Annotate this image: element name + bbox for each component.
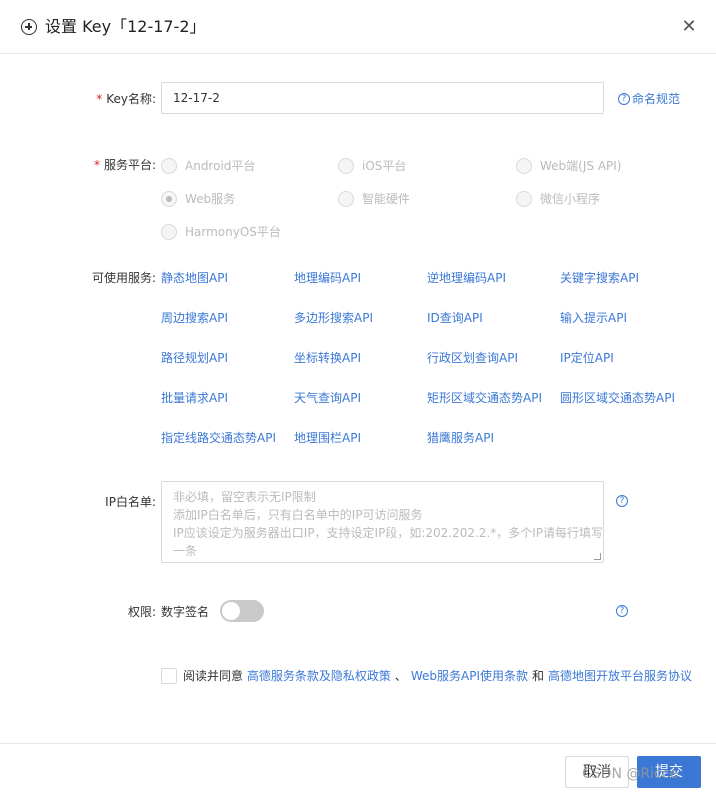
terms-privacy-link[interactable]: 高德服务条款及隐私权政策 (247, 668, 391, 684)
radio-label: iOS平台 (362, 159, 407, 173)
radio-label: 智能硬件 (362, 192, 411, 206)
service-reverse-geocoding[interactable]: 逆地理编码API (427, 270, 506, 286)
agreement-and: 和 (532, 669, 545, 683)
radio-label: Web端(JS API) (540, 159, 622, 173)
agreement-separator: 、 (394, 669, 407, 683)
service-static-map[interactable]: 静态地图API (161, 270, 228, 286)
required-mark: * (93, 158, 100, 172)
service-polygon-search[interactable]: 多边形搜索API (294, 310, 373, 326)
service-ip-location[interactable]: IP定位API (560, 350, 614, 366)
agreement-prefix: 阅读并同意 (183, 669, 244, 683)
service-id-query[interactable]: ID查询API (427, 310, 483, 326)
service-rect-traffic[interactable]: 矩形区域交通态势API (427, 390, 542, 406)
placeholder-line: 非必填，留空表示无IP限制 (173, 490, 316, 504)
platform-label-text: 服务平台: (103, 158, 156, 172)
service-district-query[interactable]: 行政区划查询API (427, 350, 518, 366)
service-geocoding[interactable]: 地理编码API (294, 270, 361, 286)
close-icon[interactable]: ✕ (680, 18, 698, 36)
radio-circle (338, 158, 354, 174)
service-line-traffic[interactable]: 指定线路交通态势API (161, 430, 276, 446)
platform-agreement-link[interactable]: 高德地图开放平台服务协议 (548, 668, 692, 684)
radio-android[interactable]: Android平台 (161, 158, 255, 174)
placeholder-line: 添加IP白名单后，只有白名单中的IP可访问服务 (173, 508, 423, 522)
dialog-title: 设置 Key「12-17-2」 (45, 17, 206, 36)
toggle-knob (222, 602, 240, 620)
radio-circle (516, 158, 532, 174)
service-around-search[interactable]: 周边搜索API (161, 310, 228, 326)
ip-whitelist-label: IP白名单: (105, 495, 156, 509)
radio-label: Web服务 (185, 192, 236, 206)
key-name-input[interactable] (161, 82, 604, 114)
question-circle-icon[interactable]: ? (616, 495, 628, 507)
radio-web-js[interactable]: Web端(JS API) (516, 158, 621, 174)
radio-circle (161, 158, 177, 174)
service-falcon[interactable]: 猎鹰服务API (427, 430, 494, 446)
service-circle-traffic[interactable]: 圆形区域交通态势API (560, 390, 675, 406)
required-mark: * (96, 92, 103, 106)
naming-rules-text: 命名规范 (632, 92, 681, 106)
web-api-terms-link[interactable]: Web服务API使用条款 (411, 668, 528, 684)
service-keyword-search[interactable]: 关键字搜索API (560, 270, 639, 286)
digital-signature-toggle[interactable] (220, 600, 264, 622)
radio-circle (161, 224, 177, 240)
submit-button[interactable]: 提交 (637, 756, 701, 788)
radio-harmonyos[interactable]: HarmonyOS平台 (161, 224, 281, 240)
radio-ios[interactable]: iOS平台 (338, 158, 406, 174)
placeholder-line: IP应该设定为服务器出口IP，支持设定IP段，如:202.202.2.*，多个I… (173, 526, 604, 540)
question-circle-icon: ? (618, 93, 630, 105)
agreement-row: 阅读并同意 高德服务条款及隐私权政策 、 Web服务API使用条款 和 高德地图… (161, 668, 692, 684)
services-label: 可使用服务: (91, 271, 156, 285)
service-geofence[interactable]: 地理围栏API (294, 430, 361, 446)
permission-label: 权限: (127, 605, 156, 619)
radio-label: 微信小程序 (540, 192, 601, 206)
radio-label: Android平台 (185, 159, 256, 173)
placeholder-line: 一条 (173, 544, 198, 558)
platform-label: * 服务平台: (72, 156, 156, 174)
radio-circle (516, 191, 532, 207)
digital-signature-label: 数字签名 (161, 605, 210, 619)
radio-circle (338, 191, 354, 207)
ip-whitelist-textarea[interactable]: 非必填，留空表示无IP限制 添加IP白名单后，只有白名单中的IP可访问服务 IP… (161, 481, 604, 563)
dialog-header: 设置 Key「12-17-2」 ✕ (0, 0, 716, 54)
key-name-label-text: Key名称: (106, 92, 156, 106)
plus-circle-icon (21, 19, 37, 35)
question-circle-icon[interactable]: ? (616, 605, 628, 617)
radio-web-service[interactable]: Web服务 (161, 191, 235, 207)
radio-smart-hardware[interactable]: 智能硬件 (338, 191, 410, 207)
cancel-button[interactable]: 取消 (565, 756, 629, 788)
service-route-planning[interactable]: 路径规划API (161, 350, 228, 366)
radio-circle-checked (161, 191, 177, 207)
resize-handle[interactable] (594, 553, 601, 560)
naming-rules-link[interactable]: ? 命名规范 (618, 91, 680, 107)
radio-wechat-miniprogram[interactable]: 微信小程序 (516, 191, 600, 207)
service-batch-request[interactable]: 批量请求API (161, 390, 228, 406)
radio-label: HarmonyOS平台 (185, 225, 281, 239)
service-coordinate-convert[interactable]: 坐标转换API (294, 350, 361, 366)
service-weather[interactable]: 天气查询API (294, 390, 361, 406)
service-input-tips[interactable]: 输入提示API (560, 310, 627, 326)
key-name-label: * Key名称: (80, 90, 156, 108)
agreement-checkbox[interactable] (161, 668, 177, 684)
